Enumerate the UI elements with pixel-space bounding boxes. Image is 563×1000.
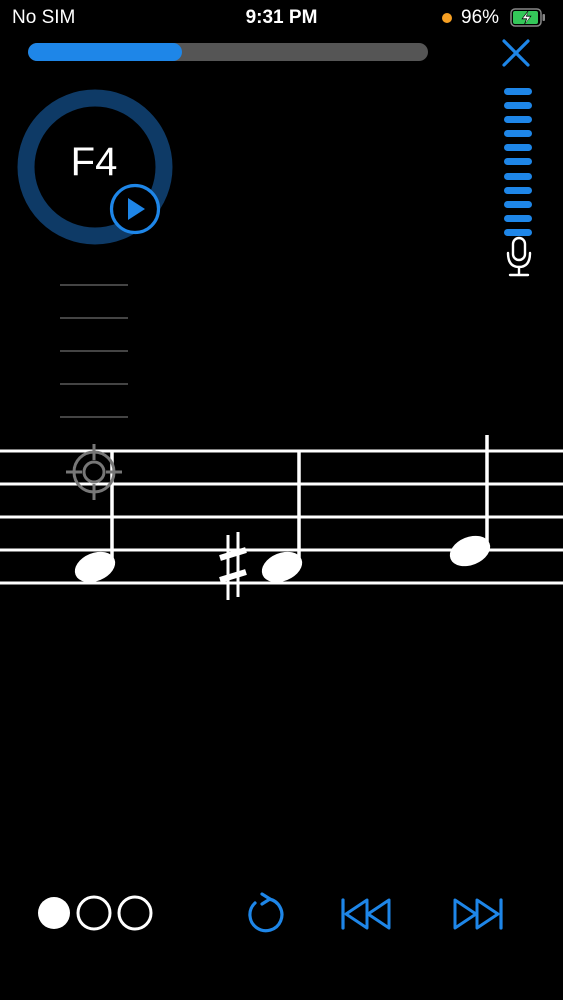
battery-percent: 96%: [461, 7, 500, 28]
level-meter-segment: [504, 116, 532, 124]
level-meter-segment: [504, 186, 532, 194]
sharp-sign: [219, 532, 247, 600]
level-meter-segment: [504, 102, 532, 110]
skip-forward-icon[interactable]: [452, 892, 504, 936]
status-bar: No SIM 9:31 PM 96%: [0, 0, 563, 38]
level-meter-segment: [504, 130, 532, 138]
ledger-line: [60, 383, 128, 385]
play-icon[interactable]: [108, 182, 162, 236]
level-meter-segment: [504, 88, 532, 95]
page-indicator: [38, 895, 153, 931]
microphone-icon[interactable]: [504, 236, 534, 278]
restart-icon[interactable]: [240, 892, 288, 936]
level-meter-segment: [504, 214, 532, 222]
note-g4: [449, 435, 491, 567]
ledger-line: [60, 350, 128, 352]
level-meter-segment: [504, 172, 532, 180]
ledger-line: [60, 284, 128, 286]
close-icon[interactable]: [500, 37, 532, 69]
level-meter-segment: [504, 228, 532, 236]
detected-note-label: F4: [70, 140, 118, 184]
note-f-sharp-4: [261, 452, 303, 583]
page-dot: [117, 895, 153, 931]
exercise-progress-bar: [28, 43, 428, 61]
music-staff: [0, 435, 563, 600]
level-meter-segment: [504, 144, 532, 152]
battery-icon: [510, 8, 545, 27]
ledger-line: [60, 416, 128, 418]
level-meter-segment: [504, 200, 532, 208]
level-meter-segment: [504, 158, 532, 166]
page-dot: [76, 895, 112, 931]
page-dot-active: [38, 897, 70, 929]
progress-fill: [28, 43, 182, 61]
ledger-line: [60, 317, 128, 319]
input-level-meter: [504, 88, 534, 243]
privacy-indicator-dot: [442, 13, 452, 23]
skip-back-icon[interactable]: [340, 892, 392, 936]
